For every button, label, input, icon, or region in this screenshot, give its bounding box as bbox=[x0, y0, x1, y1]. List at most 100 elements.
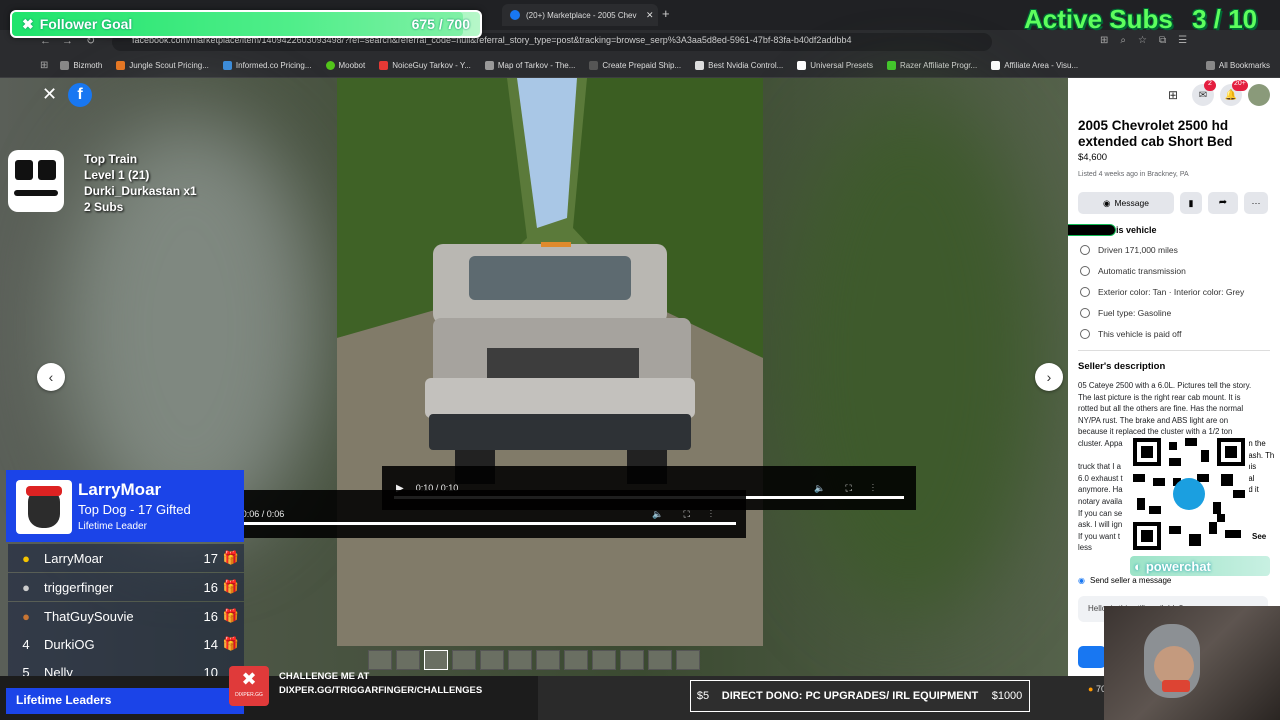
thumbnail[interactable] bbox=[452, 650, 476, 670]
share-icon[interactable]: ➦ bbox=[1208, 192, 1238, 214]
notifications-badge: 20+ bbox=[1232, 80, 1248, 91]
leader-subtitle: Top Dog - 17 Gifted bbox=[78, 502, 191, 517]
bookmark-favicon-icon bbox=[116, 61, 126, 70]
train-icon bbox=[8, 150, 64, 212]
avatar bbox=[16, 480, 72, 534]
thumbnail[interactable] bbox=[368, 650, 392, 670]
paint-icon bbox=[1080, 286, 1090, 297]
more-options-icon[interactable]: ··· bbox=[1244, 192, 1268, 214]
thumbnail[interactable] bbox=[508, 650, 532, 670]
leaderboard-row: ● ThatGuySouvie 16 🎁 bbox=[8, 602, 244, 630]
new-tab-icon[interactable]: + bbox=[662, 6, 670, 21]
avatar[interactable] bbox=[1248, 84, 1270, 106]
gift-icon: 🎁 bbox=[222, 550, 240, 565]
youtube-icon bbox=[379, 61, 389, 70]
thumbnail[interactable] bbox=[564, 650, 588, 670]
previous-photo-button[interactable]: ‹ bbox=[37, 363, 65, 391]
feature-mileage: Driven 171,000 miles bbox=[1068, 239, 1280, 260]
bookmark-item[interactable]: Best Nvidia Control... bbox=[695, 61, 783, 70]
qr-code-overlay bbox=[1129, 434, 1249, 554]
listing-location: Listed 4 weeks ago in Brackney, PA bbox=[1078, 171, 1189, 178]
close-viewer-icon[interactable]: ✕ bbox=[42, 84, 57, 105]
bookmark-item[interactable]: Jungle Scout Pricing... bbox=[116, 61, 209, 70]
follower-goal-label: ✖ Follower Goal bbox=[22, 16, 133, 32]
x-logo-icon: ✖ bbox=[22, 16, 34, 32]
video-time: 0:06 / 0:06 bbox=[241, 509, 285, 519]
bookmark-item[interactable]: NoiceGuy Tarkov - Y... bbox=[379, 61, 471, 70]
bookmark-item[interactable]: Moobot bbox=[325, 61, 365, 70]
folder-icon bbox=[60, 61, 70, 70]
thumbnail[interactable] bbox=[396, 650, 420, 670]
gift-icon: 🎁 bbox=[222, 579, 240, 594]
thumbnail[interactable] bbox=[480, 650, 504, 670]
browser-toolbar-icons[interactable]: ⊞⌕☆⧉☰ bbox=[1100, 35, 1199, 46]
thumbnail[interactable] bbox=[536, 650, 560, 670]
feature-paid-off: This vehicle is paid off bbox=[1068, 323, 1280, 344]
thumbnail[interactable] bbox=[648, 650, 672, 670]
bookmark-favicon-icon bbox=[484, 61, 494, 70]
thumbnail[interactable] bbox=[592, 650, 616, 670]
bookmark-favicon-icon bbox=[991, 61, 1001, 70]
webcam-overlay bbox=[1104, 606, 1280, 720]
messenger-icon: ◉ bbox=[1103, 197, 1111, 208]
feature-fuel: Fuel type: Gasoline bbox=[1068, 302, 1280, 323]
photo-thumbnails bbox=[368, 650, 700, 670]
message-button[interactable]: ◉ Message bbox=[1078, 192, 1174, 214]
facebook-favicon-icon bbox=[510, 10, 520, 20]
thumbnail[interactable] bbox=[676, 650, 700, 670]
bookmark-favicon-icon bbox=[325, 61, 335, 70]
listing-panel: ⊞ ✉ 2 🔔 20+ 2005 Chevrolet 2500 hd exten… bbox=[1068, 78, 1280, 676]
follower-goal-bar: ✖ Follower Goal 675 / 700 bbox=[10, 10, 482, 38]
next-photo-button[interactable]: › bbox=[1035, 363, 1063, 391]
bookmark-item[interactable]: Affiliate Area - Visu... bbox=[991, 61, 1078, 70]
bookmark-item[interactable]: Create Prepaid Ship... bbox=[589, 61, 681, 70]
listing-title: 2005 Chevrolet 2500 hd extended cab Shor… bbox=[1078, 118, 1233, 149]
bookmark-item[interactable]: Map of Tarkov - The... bbox=[484, 61, 575, 70]
odometer-icon bbox=[1080, 244, 1090, 255]
facebook-logo-icon[interactable]: f bbox=[68, 83, 92, 107]
video-control-icons[interactable]: 🔈⛶⋮ bbox=[814, 483, 894, 494]
thumbnail[interactable] bbox=[424, 650, 448, 670]
listing-price: $4,600 bbox=[1078, 152, 1108, 163]
top-train-text: Top Train Level 1 (21) Durki_Durkastan x… bbox=[84, 152, 197, 214]
send-button[interactable] bbox=[1078, 646, 1106, 668]
feature-color: Exterior color: Tan · Interior color: Gr… bbox=[1068, 281, 1280, 302]
fuel-icon bbox=[1080, 307, 1090, 318]
bookmark-item[interactable]: Bizmoth bbox=[60, 61, 102, 70]
all-bookmarks[interactable]: All Bookmarks bbox=[1205, 61, 1270, 70]
bookmark-favicon-icon bbox=[589, 61, 599, 70]
powerchat-icon: ◐ bbox=[1134, 558, 1142, 574]
bookmark-item[interactable]: Universal Presets bbox=[797, 61, 873, 70]
overlay-pill bbox=[1068, 224, 1116, 236]
crown-icon: ● bbox=[22, 550, 30, 566]
save-bookmark-icon[interactable]: ▮ bbox=[1180, 192, 1202, 214]
dono-goal-bar: $5 DIRECT DONO: PC UPGRADES/ IRL EQUIPME… bbox=[690, 680, 1030, 712]
thumbnail[interactable] bbox=[620, 650, 644, 670]
apps-grid-icon[interactable]: ⊞ bbox=[40, 60, 48, 71]
bookmark-favicon-icon bbox=[797, 61, 807, 70]
see-more-link[interactable]: See bbox=[1252, 532, 1266, 541]
dixper-icon: ✖ bbox=[241, 669, 257, 689]
seller-description-title: Seller's description bbox=[1078, 361, 1166, 372]
bookmark-favicon-icon bbox=[222, 61, 232, 70]
video-progress-bar[interactable] bbox=[224, 522, 736, 525]
follower-goal-count: 675 / 700 bbox=[411, 16, 470, 32]
video-control-icons[interactable]: 🔈⛶⋮ bbox=[652, 509, 732, 520]
bookmark-item[interactable]: Informed.co Pricing... bbox=[222, 61, 312, 70]
bookmark-item[interactable]: Razer Affiliate Progr... bbox=[886, 61, 977, 70]
active-subs-counter: Active Subs 3 / 10 bbox=[1024, 4, 1258, 34]
leaderboard-footer: Lifetime Leaders bbox=[6, 688, 244, 714]
rank: 4 bbox=[22, 636, 30, 652]
dono-label: DIRECT DONO: PC UPGRADES/ IRL EQUIPMENT bbox=[721, 689, 979, 702]
leaderboard-row: ● triggerfinger 16 🎁 bbox=[8, 573, 244, 601]
listing-photo bbox=[337, 78, 763, 646]
tab-label: (20+) Marketplace - 2005 Chev bbox=[526, 10, 637, 20]
tab-marketplace[interactable]: (20+) Marketplace - 2005 Chev ✕ bbox=[502, 4, 658, 26]
bookmark-favicon-icon bbox=[695, 61, 705, 70]
feature-transmission: Automatic transmission bbox=[1068, 260, 1280, 281]
close-tab-icon[interactable]: ✕ bbox=[646, 10, 654, 21]
bookmarks-bar: ⊞ Bizmoth Jungle Scout Pricing... Inform… bbox=[0, 54, 1280, 78]
dono-min: $5 bbox=[696, 690, 710, 702]
apps-menu-icon[interactable]: ⊞ bbox=[1168, 88, 1178, 102]
vehicle-features: Driven 171,000 miles Automatic transmiss… bbox=[1068, 239, 1280, 344]
